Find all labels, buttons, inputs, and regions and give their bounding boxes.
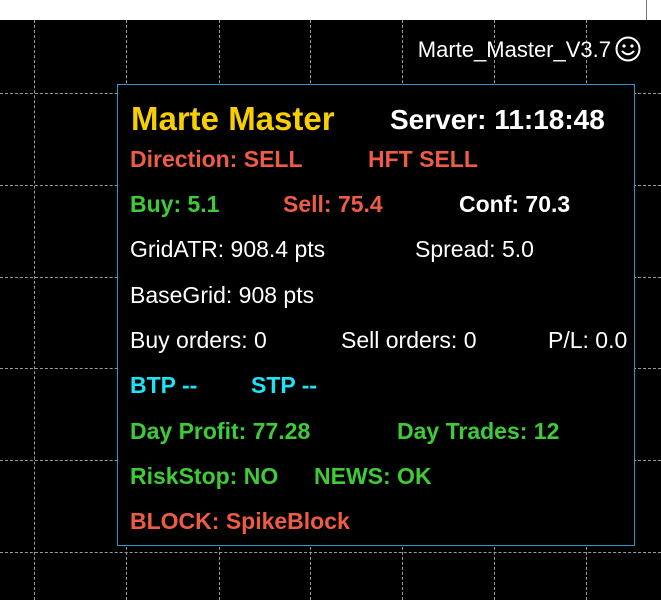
window-top-strip <box>0 0 661 20</box>
base-grid: BaseGrid: 908 pts <box>130 282 315 308</box>
confidence: Conf: 70.3 <box>459 191 571 217</box>
profit-loss: P/L: 0.0 <box>548 327 628 353</box>
buy-orders: Buy orders: 0 <box>130 327 267 353</box>
direction-label: Direction: SELL <box>130 146 303 172</box>
grid-atr: GridATR: 908.4 pts <box>130 236 326 262</box>
hft-label: HFT SELL <box>368 146 478 172</box>
server-time: Server: 11:18:48 <box>390 104 605 135</box>
smiley-face-icon[interactable] <box>615 36 641 62</box>
grid-line-horizontal <box>0 552 661 553</box>
day-trades: Day Trades: 12 <box>397 418 560 444</box>
panel-title: Marte Master <box>131 100 335 137</box>
buy-score: Buy: 5.1 <box>130 191 220 217</box>
info-panel: Marte Master Server: 11:18:48 Direction:… <box>117 84 635 546</box>
grid-line-vertical <box>34 20 35 600</box>
risk-stop: RiskStop: NO <box>130 463 279 489</box>
ea-name-label: Marte_Master_V3.7 <box>417 37 611 62</box>
news-status: NEWS: OK <box>314 463 432 489</box>
day-profit: Day Profit: 77.28 <box>130 418 311 444</box>
sell-score: Sell: 75.4 <box>283 191 383 217</box>
sell-take-profit: STP -- <box>251 372 318 398</box>
sell-orders: Sell orders: 0 <box>341 327 477 353</box>
chart-area[interactable]: Marte_Master_V3.7 Marte Master Server: 1… <box>0 20 661 600</box>
block-status: BLOCK: SpikeBlock <box>130 508 350 534</box>
buy-take-profit: BTP -- <box>130 372 198 398</box>
spread: Spread: 5.0 <box>415 236 534 262</box>
window-edge <box>646 0 647 20</box>
